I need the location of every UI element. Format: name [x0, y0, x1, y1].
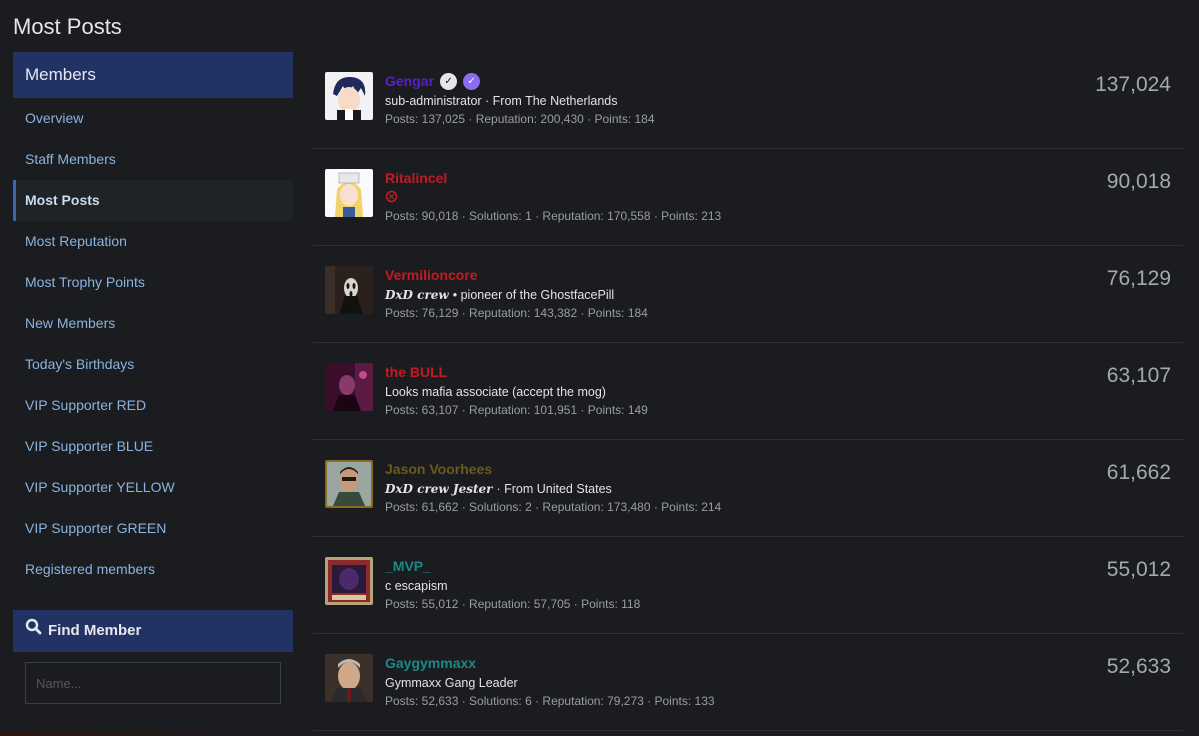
- member-row: Ritalincel Posts: 90,018 · Solutions: 1 …: [313, 149, 1183, 246]
- member-row: _MVP_ c escapism Posts: 55,012 · Reputat…: [313, 537, 1183, 634]
- sidebar-item-vip-green[interactable]: VIP Supporter GREEN: [13, 508, 293, 549]
- user-title: DxD crew Jester · From United States: [385, 482, 612, 496]
- emblem-icon: [385, 190, 398, 206]
- verified-badge-icon: ✓: [463, 72, 481, 90]
- sidebar-item-todays-birthdays[interactable]: Today's Birthdays: [13, 344, 293, 385]
- member-row: Jason Voorhees DxD crew Jester · From Un…: [313, 440, 1183, 537]
- user-title: DxD crew • pioneer of the GhostfacePill: [385, 288, 615, 302]
- post-count: 137,024: [1095, 73, 1171, 96]
- member-row: Gengar ✓ ✓ sub-administrator · From The …: [313, 52, 1183, 149]
- bottom-edge: [0, 732, 293, 736]
- user-stats: Posts: 63,107 · Reputation: 101,951 · Po…: [385, 403, 648, 417]
- user-stats: Posts: 90,018 · Solutions: 1 · Reputatio…: [385, 209, 722, 223]
- post-count: 55,012: [1106, 558, 1171, 581]
- username[interactable]: _MVP_: [385, 558, 431, 574]
- username[interactable]: Vermilioncore: [385, 267, 478, 283]
- search-icon: [25, 610, 42, 652]
- sidebar-item-vip-red[interactable]: VIP Supporter RED: [13, 385, 293, 426]
- member-row: Vermilioncore DxD crew • pioneer of the …: [313, 246, 1183, 343]
- sidebar-item-staff-members[interactable]: Staff Members: [13, 139, 293, 180]
- check-badge-icon: ✓: [440, 72, 458, 90]
- user-title: Gymmaxx Gang Leader: [385, 676, 518, 690]
- user-stats: Posts: 137,025 · Reputation: 200,430 · P…: [385, 112, 655, 126]
- user-title: [385, 190, 721, 206]
- member-list: Gengar ✓ ✓ sub-administrator · From The …: [313, 52, 1183, 731]
- post-count: 52,633: [1106, 655, 1171, 678]
- username[interactable]: the BULL: [385, 364, 447, 380]
- avatar[interactable]: [325, 654, 373, 702]
- post-count: 90,018: [1106, 170, 1171, 193]
- member-name-input[interactable]: [25, 662, 281, 704]
- sidebar-header: Members: [13, 52, 293, 98]
- member-row: Gaygymmaxx Gymmaxx Gang Leader Posts: 52…: [313, 634, 1183, 731]
- user-title: Looks mafia associate (accept the mog): [385, 385, 606, 399]
- sidebar-item-most-trophy-points[interactable]: Most Trophy Points: [13, 262, 293, 303]
- crew-tag: DxD crew Jester: [385, 482, 493, 496]
- avatar[interactable]: [325, 363, 373, 411]
- avatar[interactable]: [325, 169, 373, 217]
- avatar[interactable]: [325, 72, 373, 120]
- user-stats: Posts: 52,633 · Solutions: 6 · Reputatio…: [385, 694, 715, 708]
- member-row: the BULL Looks mafia associate (accept t…: [313, 343, 1183, 440]
- user-title: sub-administrator · From The Netherlands: [385, 94, 618, 108]
- user-stats: Posts: 76,129 · Reputation: 143,382 · Po…: [385, 306, 648, 320]
- post-count: 63,107: [1106, 364, 1171, 387]
- post-count: 76,129: [1106, 267, 1171, 290]
- avatar[interactable]: [325, 266, 373, 314]
- sidebar-item-vip-blue[interactable]: VIP Supporter BLUE: [13, 426, 293, 467]
- username[interactable]: Gaygymmaxx: [385, 655, 476, 671]
- avatar[interactable]: [325, 460, 373, 508]
- username[interactable]: Jason Voorhees: [385, 461, 492, 477]
- find-member-block: Find Member: [13, 610, 293, 714]
- username[interactable]: Ritalincel: [385, 170, 447, 186]
- sidebar-item-new-members[interactable]: New Members: [13, 303, 293, 344]
- crew-tag: DxD crew: [385, 288, 449, 302]
- sidebar-item-overview[interactable]: Overview: [13, 98, 293, 139]
- find-member-header: Find Member: [13, 610, 293, 652]
- post-count: 61,662: [1106, 461, 1171, 484]
- sidebar-item-registered-members[interactable]: Registered members: [13, 549, 293, 590]
- username[interactable]: Gengar: [385, 73, 434, 89]
- find-member-title: Find Member: [48, 622, 142, 639]
- sidebar-item-vip-yellow[interactable]: VIP Supporter YELLOW: [13, 467, 293, 508]
- page-title: Most Posts: [13, 14, 122, 39]
- user-stats: Posts: 61,662 · Solutions: 2 · Reputatio…: [385, 500, 722, 514]
- sidebar-item-most-reputation[interactable]: Most Reputation: [13, 221, 293, 262]
- user-stats: Posts: 55,012 · Reputation: 57,705 · Poi…: [385, 597, 641, 611]
- avatar[interactable]: [325, 557, 373, 605]
- user-title: c escapism: [385, 579, 448, 593]
- sidebar-item-most-posts[interactable]: Most Posts: [13, 180, 293, 221]
- sidebar: Members Overview Staff Members Most Post…: [13, 52, 293, 590]
